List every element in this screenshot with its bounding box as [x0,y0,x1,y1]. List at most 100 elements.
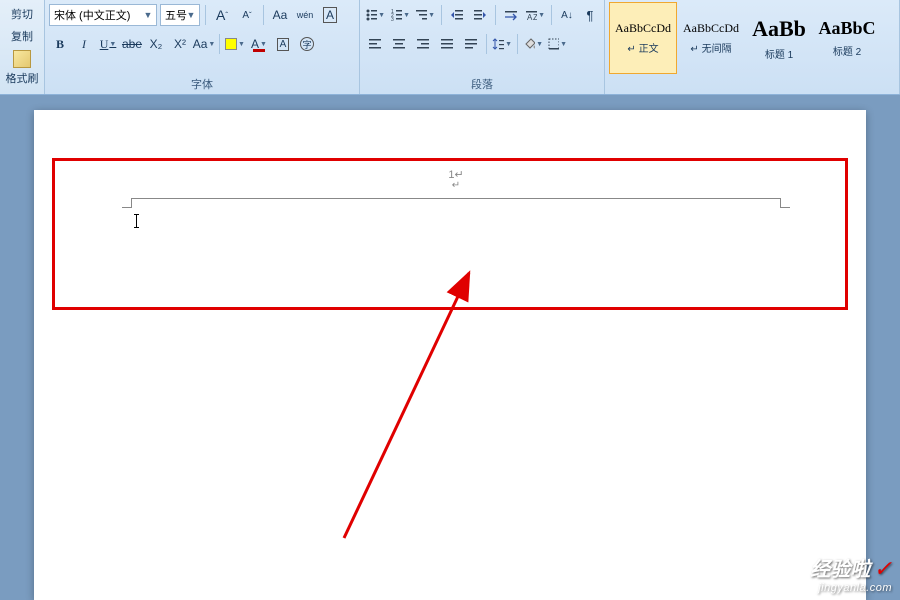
chevron-down-icon: ▼ [560,41,567,48]
numbering-button[interactable]: 123▼ [389,4,411,26]
borders-button[interactable]: ▼ [546,33,568,55]
font-color-button[interactable]: A▼ [248,33,270,55]
bullets-button[interactable]: ▼ [364,4,386,26]
align-right-button[interactable] [412,33,434,55]
chevron-down-icon: ▼ [109,40,116,48]
clipboard-group: 剪切 复制 格式刷 [0,0,45,94]
check-icon: ✓ [874,556,892,581]
outdent-icon [450,8,464,22]
separator [205,5,206,25]
paragraph-group: ▼ 123▼ ▼ AZ▼ A↓ ¶ ▼ ▼ ▼ 段落 [360,0,605,94]
bold-button[interactable]: B [49,33,71,55]
sort-button[interactable]: A↓ [557,4,577,26]
multilevel-icon [415,8,427,22]
document-area: 1↵ ↵ [0,95,900,600]
line-spacing-icon [492,37,504,51]
highlight-swatch-icon [225,38,237,50]
separator [551,5,552,25]
rtl-icon: AZ [525,8,537,22]
align-justify-button[interactable] [436,33,458,55]
header-boundary-right [780,198,790,208]
subscript-button[interactable]: X₂ [145,33,167,55]
align-center-icon [392,37,406,51]
format-painter-icon [13,50,31,68]
superscript-button[interactable]: X² [169,33,191,55]
svg-text:Z: Z [533,13,537,22]
line-spacing-button[interactable]: ▼ [491,33,513,55]
header-region[interactable]: 1↵ ↵ [132,168,780,216]
style-normal[interactable]: AaBbCcDd ↵ 正文 [609,2,677,74]
separator [441,5,442,25]
ltr-icon [504,8,518,22]
format-painter-label: 格式刷 [6,70,39,86]
chevron-down-icon: ▼ [260,41,267,48]
ltr-button[interactable] [501,4,521,26]
shrink-font-button[interactable]: Aˇ [236,4,258,26]
font-name-combo[interactable]: 宋体 (中文正文) ▼ [49,4,157,26]
chevron-down-icon: ▼ [238,41,245,48]
char-border-button[interactable]: A [319,4,341,26]
grow-font-button[interactable]: Aˆ [211,4,233,26]
align-left-button[interactable] [364,33,386,55]
header-underline [132,198,780,204]
style-heading-1[interactable]: AaBb 标题 1 [745,2,813,74]
chevron-down-icon: ▼ [428,12,435,19]
indent-icon [473,8,487,22]
style-heading-2[interactable]: AaBbC 标题 2 [813,2,881,74]
align-left-icon [368,37,382,51]
document-page[interactable]: 1↵ ↵ [34,110,866,600]
align-distribute-icon [464,37,478,51]
chevron-down-icon: ▼ [505,41,512,48]
underline-button[interactable]: U▼ [97,33,119,55]
separator [219,34,220,54]
italic-button[interactable]: I [73,33,95,55]
ribbon: 剪切 复制 格式刷 宋体 (中文正文) ▼ 五号 ▼ Aˆ Aˇ Aa wén … [0,0,900,95]
separator [263,5,264,25]
cut-button[interactable]: 剪切 [0,4,44,24]
style-gallery: AaBbCcDd ↵ 正文 AaBbCcDd ↵ 无间隔 AaBb 标题 1 A… [609,2,895,74]
chevron-down-icon: ▼ [142,10,154,20]
align-right-icon [416,37,430,51]
show-marks-button[interactable]: ¶ [580,4,600,26]
align-distribute-button[interactable] [460,33,482,55]
char-shading-button[interactable]: A [272,33,294,55]
phonetic-guide-button[interactable]: wén [294,4,316,26]
align-justify-icon [440,37,454,51]
enclose-char-button[interactable]: 字 [296,33,318,55]
copy-button[interactable]: 复制 [0,26,44,46]
clear-formatting-button[interactable]: Aa [269,4,291,26]
chevron-down-icon: ▼ [403,12,410,19]
shading-button[interactable]: ▼ [522,33,544,55]
multilevel-list-button[interactable]: ▼ [414,4,436,26]
format-painter-button[interactable]: 格式刷 [0,48,44,88]
separator [517,34,518,54]
watermark: 经验啦 ✓ jingyanla.com [810,553,892,594]
svg-text:3: 3 [391,17,394,22]
change-case-button[interactable]: Aa▼ [193,33,215,55]
chevron-down-icon: ▼ [536,41,543,48]
chevron-down-icon: ▼ [378,12,385,19]
watermark-url: jingyanla.com [810,582,892,594]
strikethrough-button[interactable]: abe [121,33,143,55]
separator [495,5,496,25]
increase-indent-button[interactable] [470,4,490,26]
separator [486,34,487,54]
text-cursor [136,214,137,228]
color-bar-icon [253,49,265,52]
chevron-down-icon: ▼ [185,10,197,20]
highlight-button[interactable]: ▼ [224,33,246,55]
numbering-icon: 123 [390,8,402,22]
paragraph-group-title: 段落 [360,76,604,92]
rtl-button[interactable]: AZ▼ [524,4,546,26]
font-size-combo[interactable]: 五号 ▼ [160,4,200,26]
watermark-brand: 经验啦 [810,559,870,581]
chevron-down-icon: ▼ [208,41,215,48]
header-boundary-left [122,198,132,208]
align-center-button[interactable] [388,33,410,55]
chevron-down-icon: ▼ [538,12,545,19]
decrease-indent-button[interactable] [447,4,467,26]
font-name-value: 宋体 (中文正文) [54,7,130,23]
style-no-spacing[interactable]: AaBbCcDd ↵ 无间隔 [677,2,745,74]
paint-bucket-icon [523,37,535,51]
bullets-icon [365,8,377,22]
